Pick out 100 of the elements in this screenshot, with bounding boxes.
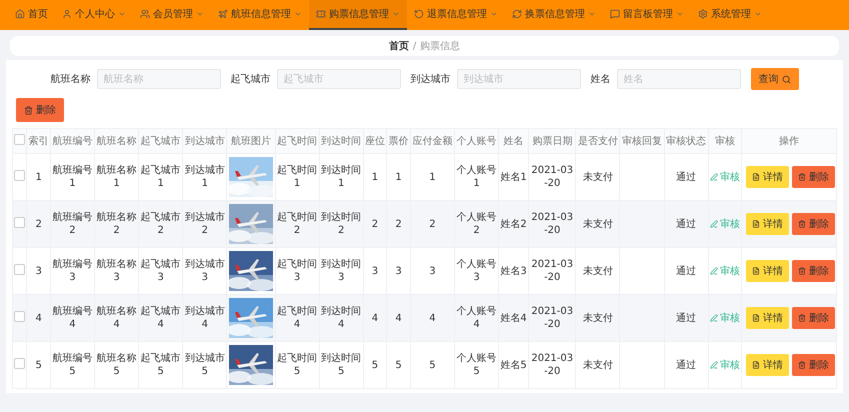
nav-tab[interactable]: 退票信息管理 bbox=[407, 0, 505, 30]
nav-tab[interactable]: 留言板管理 bbox=[603, 0, 691, 30]
delete-button[interactable]: 删除 bbox=[792, 260, 835, 282]
table-cell: 航班名称4 bbox=[96, 305, 137, 331]
table-cell: 5 bbox=[35, 358, 42, 372]
checkbox[interactable] bbox=[14, 134, 26, 145]
edit-icon bbox=[710, 220, 718, 228]
nav-tab[interactable]: 个人中心 bbox=[55, 0, 133, 30]
caret-icon bbox=[294, 10, 302, 18]
table-cell: 到达城市5 bbox=[184, 352, 225, 378]
menu-item-icon bbox=[15, 9, 25, 19]
column-header: 审核回复 bbox=[620, 128, 664, 154]
table-cell: 通过 bbox=[676, 358, 696, 372]
details-button[interactable]: 详情 bbox=[746, 307, 789, 329]
table-cell: 2021-03-20 bbox=[530, 305, 574, 331]
menu-item-icon bbox=[62, 9, 72, 19]
checkbox[interactable] bbox=[14, 264, 26, 275]
caret-icon bbox=[392, 10, 400, 18]
table-cell: 2021-03-20 bbox=[530, 258, 574, 284]
document-icon bbox=[752, 220, 760, 228]
table-cell: 1 bbox=[395, 170, 402, 184]
table-cell: 姓名1 bbox=[500, 170, 527, 184]
search-field[interactable]: 姓名 bbox=[616, 69, 740, 89]
trash-icon bbox=[798, 267, 806, 275]
details-button[interactable]: 详情 bbox=[746, 166, 789, 188]
menu-item-icon bbox=[414, 9, 424, 19]
details-button[interactable]: 详情 bbox=[746, 213, 789, 235]
search-icon bbox=[782, 74, 790, 84]
table-cell: 到达时间2 bbox=[321, 211, 362, 237]
caret-icon bbox=[676, 10, 684, 18]
table-cell: 起飞时间4 bbox=[277, 305, 318, 331]
breadcrumb-separator: / bbox=[412, 40, 416, 52]
table-cell: 航班名称5 bbox=[96, 352, 137, 378]
caret-icon bbox=[118, 10, 126, 18]
column-header: 到达时间 bbox=[319, 128, 364, 154]
breadcrumb-item[interactable]: 首页 bbox=[388, 39, 409, 53]
trash-icon bbox=[798, 220, 806, 228]
delete-button[interactable]: 删除 bbox=[792, 166, 835, 188]
table-cell: 个人账号3 bbox=[456, 258, 496, 284]
column-header: 起飞城市 bbox=[138, 128, 183, 154]
delete-button[interactable]: 删除 bbox=[16, 98, 64, 122]
table-cell: 5 bbox=[372, 358, 378, 372]
table-cell: 起飞时间2 bbox=[277, 211, 318, 237]
document-icon bbox=[752, 314, 760, 322]
search-field[interactable]: 航班名称 bbox=[96, 69, 220, 89]
details-button[interactable]: 详情 bbox=[746, 354, 789, 376]
nav-tab[interactable]: 换票信息管理 bbox=[505, 0, 603, 30]
table-cell: 个人账号1 bbox=[456, 164, 496, 190]
column-header: 航班图片 bbox=[226, 128, 276, 154]
column-header: 审核 bbox=[708, 128, 742, 154]
search-field[interactable]: 起飞城市 bbox=[276, 69, 400, 89]
table-cell: 3 bbox=[395, 264, 402, 278]
table-cell: 个人账号5 bbox=[456, 352, 496, 378]
trash-icon bbox=[24, 106, 33, 114]
nav-tab[interactable]: 航班信息管理 bbox=[211, 0, 309, 30]
checkbox[interactable] bbox=[14, 170, 26, 181]
document-icon bbox=[752, 267, 760, 275]
column-header: 应付金额 bbox=[410, 128, 454, 154]
details-button[interactable]: 详情 bbox=[746, 260, 789, 282]
field-label: 起飞城市 bbox=[230, 72, 270, 86]
search-field[interactable]: 到达城市 bbox=[456, 69, 580, 89]
table-cell: 2 bbox=[395, 218, 402, 230]
nav-tab[interactable]: 购票信息管理 bbox=[309, 0, 407, 30]
column-header: 到达城市 bbox=[182, 128, 227, 154]
search-button[interactable]: 查询 bbox=[750, 68, 798, 90]
delete-button[interactable]: 删除 bbox=[792, 354, 835, 376]
table-cell: 起飞城市2 bbox=[140, 211, 181, 237]
edit-icon bbox=[710, 314, 718, 322]
nav-tab[interactable]: 首页 bbox=[8, 0, 55, 30]
delete-button[interactable]: 删除 bbox=[792, 307, 835, 329]
table-cell: 未支付 bbox=[582, 312, 613, 324]
menu-item-icon bbox=[610, 9, 620, 19]
table-cell: 5 bbox=[395, 358, 402, 372]
table-cell: 2021-03-20 bbox=[530, 164, 574, 190]
table-cell: 起飞时间1 bbox=[277, 164, 318, 190]
checkbox[interactable] bbox=[14, 358, 26, 369]
table-cell: 到达时间1 bbox=[321, 164, 362, 190]
table-cell: 航班编号4 bbox=[52, 305, 92, 331]
column-header: 操作 bbox=[742, 128, 836, 154]
column-header: 是否支付 bbox=[576, 128, 620, 154]
table-cell: 姓名4 bbox=[500, 312, 527, 324]
table-cell: 2 bbox=[35, 218, 42, 230]
column-header: 起飞时间 bbox=[275, 128, 320, 154]
table-cell: 航班编号3 bbox=[52, 258, 92, 284]
table-cell: 到达时间3 bbox=[321, 258, 362, 284]
trash-icon bbox=[798, 314, 806, 322]
checkbox[interactable] bbox=[14, 311, 26, 322]
document-icon bbox=[752, 173, 760, 181]
table-cell: 未支付 bbox=[582, 358, 613, 372]
table-cell: 航班编号2 bbox=[52, 211, 92, 237]
checkbox[interactable] bbox=[14, 217, 26, 228]
column-header: 姓名 bbox=[498, 128, 529, 154]
table-cell: 3 bbox=[429, 264, 436, 278]
trash-icon bbox=[798, 173, 806, 181]
nav-tab[interactable]: 会员管理 bbox=[133, 0, 211, 30]
table-cell: 起飞时间3 bbox=[277, 258, 318, 284]
nav-tab[interactable]: 系统管理 bbox=[691, 0, 769, 30]
table-cell: 2 bbox=[429, 218, 436, 230]
delete-button[interactable]: 删除 bbox=[792, 213, 835, 235]
table-cell: 航班编号5 bbox=[52, 352, 92, 378]
